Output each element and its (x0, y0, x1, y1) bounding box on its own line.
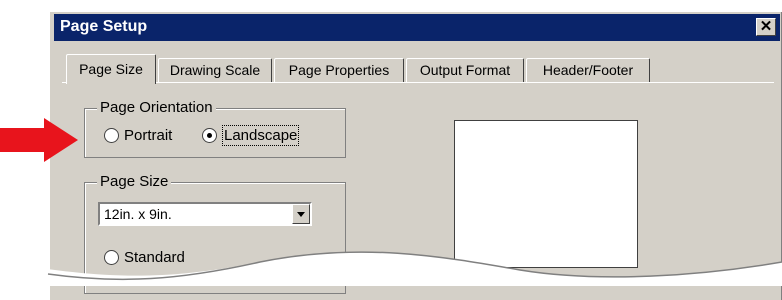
tab-page-size[interactable]: Page Size (66, 54, 156, 84)
torn-edge (0, 251, 782, 286)
red-arrow-icon (0, 118, 78, 162)
tab-label: Page Size (79, 61, 143, 77)
screenshot-stage: Page Setup ✕ Page Size Drawing Scale Pag… (0, 0, 782, 300)
